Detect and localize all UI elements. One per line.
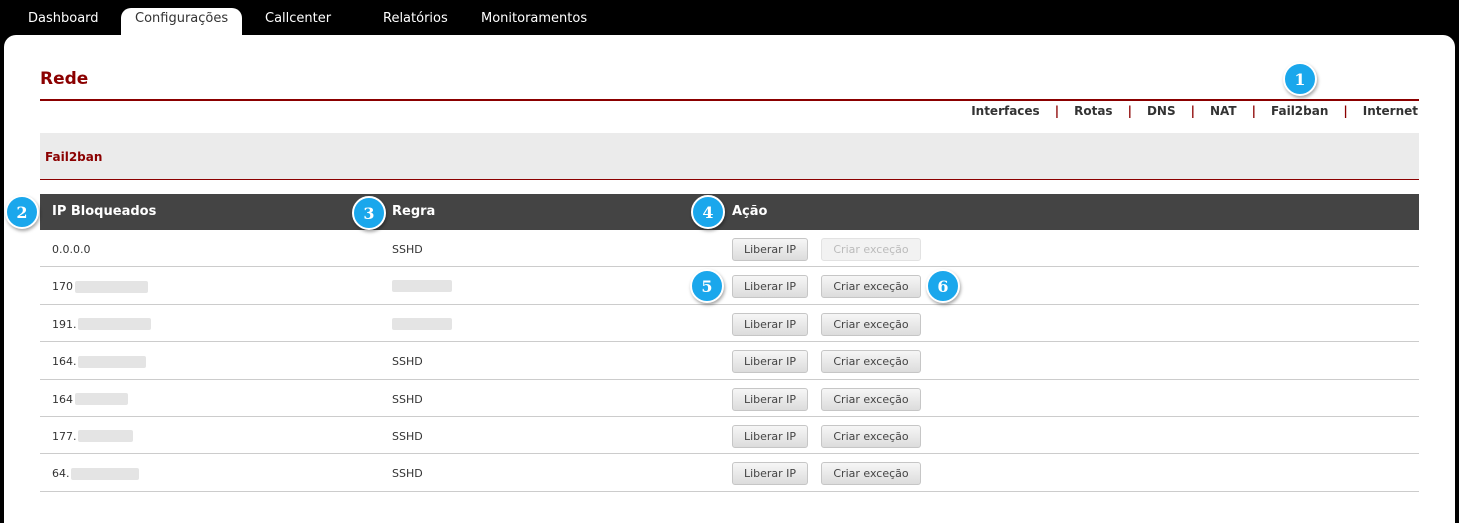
- tab-monitoramentos[interactable]: Monitoramentos: [481, 8, 587, 36]
- ip-value: 0.0.0.0: [52, 243, 91, 256]
- table-row: 191. Liberar IP Criar exceção: [40, 305, 1419, 343]
- redacted-ip: [77, 355, 146, 368]
- column-header-ip: IP Bloqueados: [52, 204, 157, 219]
- rule-cell: SSHD: [392, 467, 423, 480]
- create-exception-button[interactable]: Criar exceção: [821, 312, 921, 336]
- table-row: 164 SSHD Liberar IP Criar exceção: [40, 380, 1419, 417]
- redacted-ip: [77, 318, 151, 331]
- rule-cell: [392, 317, 452, 330]
- blocked-ip-table: IP Bloqueados Regra Ação 0.0.0.0 SSHD Li…: [40, 194, 1419, 492]
- ip-value: 64.: [52, 467, 70, 481]
- subnav-separator: |: [1343, 104, 1348, 118]
- table-row: 64. SSHD Liberar IP Criar exceção: [40, 454, 1419, 492]
- subnav-fail2ban[interactable]: Fail2ban: [1271, 104, 1328, 118]
- redacted-rule: [392, 317, 452, 330]
- callout-badge-1: 1: [1283, 62, 1317, 96]
- redacted-rule: [392, 280, 452, 293]
- callout-badge-5: 5: [690, 269, 724, 303]
- rule-value: SSHD: [392, 429, 423, 443]
- table-row: 170 Liberar IP Criar exceção: [40, 267, 1419, 305]
- rule-cell: SSHD: [392, 393, 423, 406]
- create-exception-button[interactable]: Criar exceção: [821, 275, 921, 299]
- create-exception-button[interactable]: Criar exceção: [821, 350, 921, 374]
- subnav-dns[interactable]: DNS: [1147, 104, 1176, 118]
- rule-cell: SSHD: [392, 430, 423, 443]
- release-ip-button[interactable]: Liberar IP: [732, 312, 808, 336]
- rule-cell: SSHD: [392, 355, 423, 368]
- release-ip-button[interactable]: Liberar IP: [732, 387, 808, 411]
- section-title: Fail2ban: [45, 150, 103, 164]
- ip-cell: 191.: [52, 318, 151, 331]
- column-header-rule: Regra: [392, 204, 436, 219]
- content-panel: Rede Interfaces | Rotas | DNS | NAT | Fa…: [4, 35, 1455, 523]
- rule-value: SSHD: [392, 392, 423, 406]
- release-ip-button[interactable]: Liberar IP: [732, 424, 808, 448]
- column-header-action: Ação: [732, 204, 768, 219]
- ip-value: 170: [52, 280, 73, 294]
- subnav-separator: |: [1127, 104, 1132, 118]
- section-header: Fail2ban: [40, 133, 1419, 180]
- rule-cell: [392, 280, 452, 293]
- ip-cell: 177.: [52, 430, 133, 443]
- create-exception-button[interactable]: Criar exceção: [821, 424, 921, 448]
- redacted-ip: [75, 280, 148, 293]
- ip-value: 177.: [52, 429, 77, 443]
- tab-callcenter[interactable]: Callcenter: [265, 8, 331, 36]
- network-subnav: Interfaces | Rotas | DNS | NAT | Fail2ba…: [971, 101, 1418, 121]
- callout-badge-3: 3: [352, 196, 386, 230]
- ip-value: 191.: [52, 317, 77, 331]
- ip-cell: 64.: [52, 467, 139, 480]
- rule-cell: SSHD: [392, 243, 423, 256]
- ip-value: 164: [52, 392, 73, 406]
- redacted-ip: [77, 430, 133, 443]
- rule-value: SSHD: [392, 467, 423, 481]
- table-row: 177. SSHD Liberar IP Criar exceção: [40, 417, 1419, 455]
- redacted-ip: [75, 393, 128, 406]
- ip-cell: 0.0.0.0: [52, 243, 90, 256]
- subnav-separator: |: [1190, 104, 1195, 118]
- create-exception-button[interactable]: Criar exceção: [821, 462, 921, 486]
- release-ip-button[interactable]: Liberar IP: [732, 350, 808, 374]
- tab-configuracoes[interactable]: Configurações: [121, 8, 243, 38]
- subnav-separator: |: [1251, 104, 1256, 118]
- create-exception-button[interactable]: Criar exceção: [821, 387, 921, 411]
- release-ip-button[interactable]: Liberar IP: [732, 238, 808, 261]
- callout-badge-6: 6: [926, 269, 960, 303]
- subnav-interfaces[interactable]: Interfaces: [971, 104, 1040, 118]
- subnav-separator: |: [1054, 104, 1060, 118]
- create-exception-button[interactable]: Criar exceção: [821, 238, 921, 261]
- table-row: 164. SSHD Liberar IP Criar exceção: [40, 342, 1419, 380]
- tab-dashboard[interactable]: Dashboard: [28, 8, 99, 36]
- table-row: 0.0.0.0 SSHD Liberar IP Criar exceção: [40, 230, 1419, 268]
- redacted-ip: [70, 467, 139, 480]
- ip-value: 164.: [52, 355, 77, 369]
- page-title: Rede: [40, 69, 89, 89]
- rule-value: SSHD: [392, 243, 423, 256]
- subnav-rotas[interactable]: Rotas: [1074, 104, 1112, 118]
- callout-badge-2: 2: [5, 195, 39, 229]
- ip-cell: 170: [52, 280, 148, 293]
- callout-badge-4: 4: [691, 195, 725, 229]
- rule-value: SSHD: [392, 355, 423, 369]
- subnav-nat[interactable]: NAT: [1210, 104, 1237, 118]
- ip-cell: 164.: [52, 355, 146, 368]
- release-ip-button[interactable]: Liberar IP: [732, 275, 808, 299]
- release-ip-button[interactable]: Liberar IP: [732, 462, 808, 486]
- tab-relatorios[interactable]: Relatórios: [383, 8, 448, 36]
- subnav-internet[interactable]: Internet: [1363, 104, 1418, 118]
- ip-cell: 164: [52, 393, 128, 406]
- top-navigation: Dashboard Configurações Callcenter Relat…: [0, 0, 1459, 38]
- table-header: IP Bloqueados Regra Ação: [40, 194, 1419, 230]
